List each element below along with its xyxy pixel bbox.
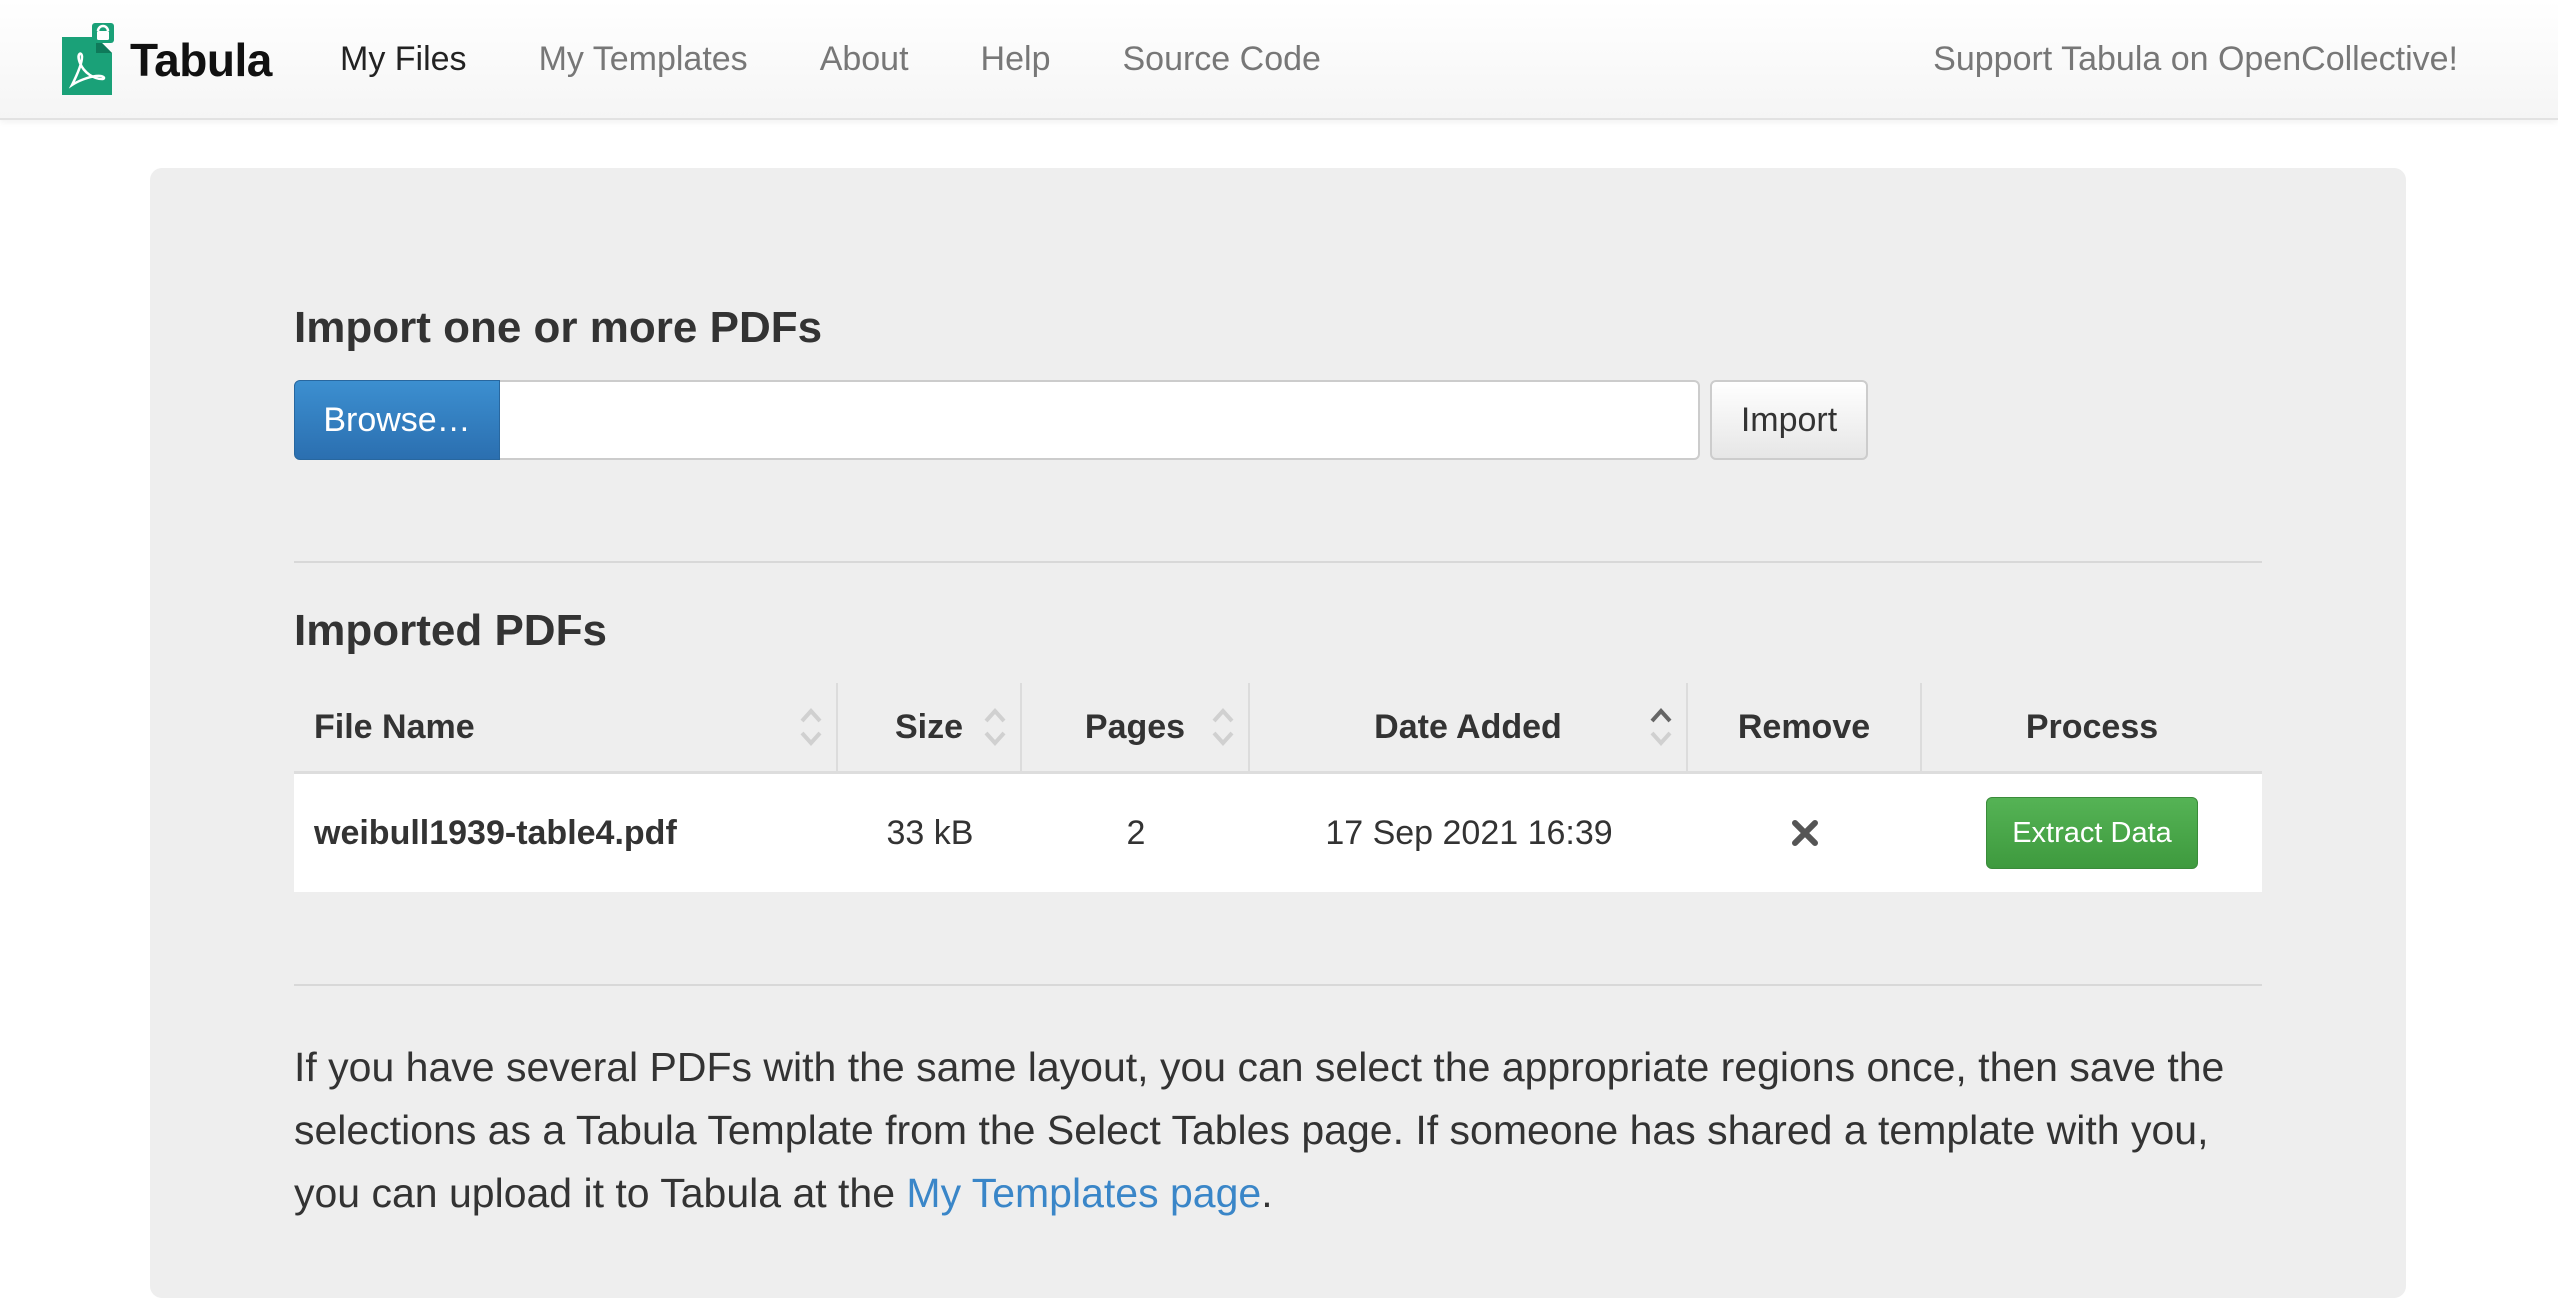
- extract-data-button[interactable]: Extract Data: [1986, 797, 2198, 869]
- table-header: File Name Size Pages Date Added Remove P…: [294, 683, 2262, 774]
- file-path-input[interactable]: [500, 380, 1700, 460]
- my-templates-link[interactable]: My Templates page: [906, 1170, 1261, 1216]
- nav-about[interactable]: About: [820, 40, 909, 79]
- divider: [294, 984, 2262, 986]
- cell-date-added: 17 Sep 2021 16:39: [1325, 813, 1613, 852]
- column-header-size[interactable]: Size: [838, 683, 1022, 771]
- column-label: Process: [2025, 707, 2159, 746]
- column-label: File Name: [314, 707, 475, 746]
- nav-links: My Files My Templates About Help Source …: [340, 0, 1393, 118]
- table-body: weibull1939-table4.pdf 33 kB 2 17 Sep 20…: [294, 774, 2262, 892]
- cell-pages: 2: [1126, 813, 1146, 852]
- browse-button[interactable]: Browse…: [294, 380, 500, 460]
- tabula-logo-icon: [62, 23, 114, 95]
- brand-name: Tabula: [130, 34, 272, 86]
- main-panel: Import one or more PDFs Browse… Import I…: [150, 168, 2406, 1298]
- cell-size: 33 kB: [886, 813, 974, 852]
- nav-my-templates[interactable]: My Templates: [539, 40, 748, 79]
- template-help-text: If you have several PDFs with the same l…: [294, 1036, 2262, 1225]
- column-header-file-name[interactable]: File Name: [294, 683, 838, 771]
- help-text-end: .: [1261, 1170, 1273, 1216]
- cell-remove: [1688, 774, 1922, 892]
- sort-arrows-icon: [1212, 708, 1234, 746]
- column-header-date-added[interactable]: Date Added: [1250, 683, 1688, 771]
- imported-files-table: File Name Size Pages Date Added Remove P…: [294, 683, 2262, 892]
- table-row: weibull1939-table4.pdf 33 kB 2 17 Sep 20…: [294, 774, 2262, 892]
- column-label: Pages: [1084, 707, 1186, 746]
- column-header-remove: Remove: [1688, 683, 1922, 771]
- file-upload-row: Browse… Import: [294, 380, 1868, 462]
- nav-support-link[interactable]: Support Tabula on OpenCollective!: [1933, 0, 2458, 118]
- remove-x-icon[interactable]: [1790, 818, 1820, 848]
- nav-help[interactable]: Help: [981, 40, 1051, 79]
- brand[interactable]: Tabula: [60, 22, 272, 98]
- cell-file-name: weibull1939-table4.pdf: [314, 813, 677, 852]
- column-header-pages[interactable]: Pages: [1022, 683, 1250, 771]
- nav-my-files[interactable]: My Files: [340, 40, 467, 79]
- import-button[interactable]: Import: [1710, 380, 1868, 460]
- imported-title: Imported PDFs: [294, 606, 607, 655]
- column-label: Remove: [1737, 707, 1871, 746]
- sort-arrows-icon: [984, 708, 1006, 746]
- column-header-process: Process: [1922, 683, 2262, 771]
- sort-asc-icon: [1650, 708, 1672, 746]
- import-title: Import one or more PDFs: [294, 303, 823, 352]
- column-label: Size: [894, 707, 964, 746]
- cell-process: Extract Data: [1922, 774, 2262, 892]
- column-label: Date Added: [1374, 707, 1562, 746]
- sort-arrows-icon: [800, 708, 822, 746]
- divider: [294, 561, 2262, 563]
- nav-source-code[interactable]: Source Code: [1122, 40, 1320, 79]
- top-navbar: Tabula My Files My Templates About Help …: [0, 0, 2558, 120]
